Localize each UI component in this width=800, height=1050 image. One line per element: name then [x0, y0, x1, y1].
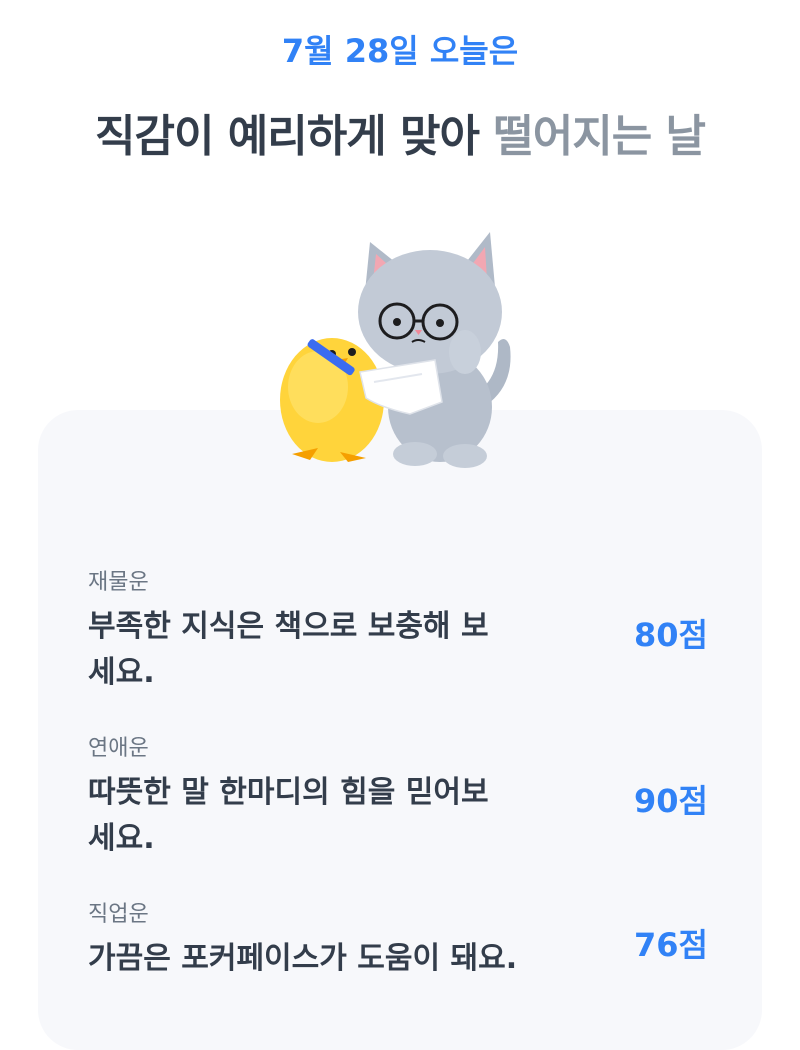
headline-muted-text: 떨어지는 날: [493, 111, 706, 162]
fortune-list: 재물운 부족한 지식은 책으로 보충해 보세요. 80점 연애운 따뜻한 말 한…: [88, 568, 728, 1020]
fortune-score: 90점: [634, 782, 708, 820]
fortune-item-career: 직업운 가끔은 포커페이스가 도움이 돼요. 76점: [88, 900, 728, 1020]
fortune-score: 80점: [634, 616, 708, 654]
fortune-item-love: 연애운 따뜻한 말 한마디의 힘을 믿어보세요. 90점: [88, 734, 728, 900]
fortune-score: 76점: [634, 926, 708, 964]
cat-character: [358, 232, 511, 468]
fortune-item-wealth: 재물운 부족한 지식은 책으로 보충해 보세요. 80점: [88, 568, 728, 734]
fortune-message: 가끔은 포커페이스가 도움이 돼요.: [88, 941, 518, 976]
headline-main-text: 직감이 예리하게 맞아: [95, 111, 494, 162]
date-label: 7월 28일 오늘은: [281, 32, 519, 70]
fortune-category: 연애운: [88, 736, 149, 761]
fortune-message: 부족한 지식은 책으로 보충해 보세요.: [88, 609, 489, 690]
fortune-headline: 직감이 예리하게 맞아 떨어지는 날: [0, 100, 800, 164]
fortune-illustration: [280, 232, 511, 468]
fortune-category: 재물운: [88, 570, 149, 595]
fortune-category: 직업운: [88, 902, 149, 927]
fortune-message: 따뜻한 말 한마디의 힘을 믿어보세요.: [88, 775, 489, 856]
